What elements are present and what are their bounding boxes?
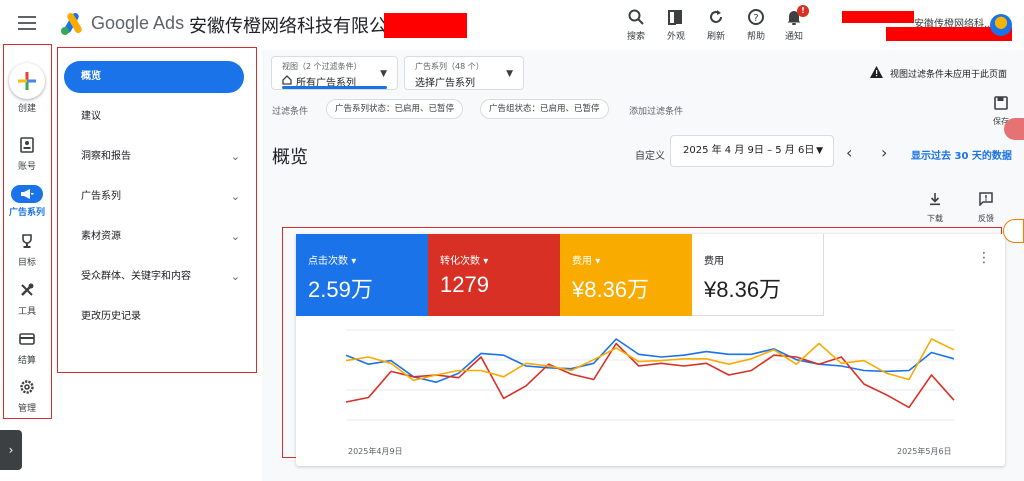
avatar[interactable] [990,14,1012,36]
caret-down-icon: ▼ [816,146,823,156]
appearance-button[interactable]: 外观 [656,8,696,42]
redaction-box [384,13,467,38]
left-rail: 创建 账号 广告系列 目标 工具 结算 管理 [3,44,52,419]
filter-chip-campaign-status[interactable]: 广告系列状态：已启用、已暂停 [326,99,464,119]
caret-down-icon: ▼ [506,69,513,79]
metric-tile-cost-secondary[interactable]: 费用 ¥8.36万 [692,234,824,316]
campaign-select-dropdown[interactable]: 广告系列（48 个） 选择广告系列 ▼ [404,56,524,90]
metric-tile-cost[interactable]: 费用 ▾ ¥8.36万 [560,234,692,316]
hamburger-menu-icon[interactable] [18,16,36,30]
rail-item-campaigns[interactable]: 广告系列 [4,185,50,218]
nav-item-audiences-keywords[interactable]: 受众群体、关键字和内容 ⌄ [64,261,244,293]
chevron-right-icon: › [8,443,14,457]
filter-label: 过滤条件 [272,107,309,117]
feedback-button[interactable]: 反馈 [971,191,1001,224]
rail-item-goals[interactable]: 目标 [4,233,50,268]
view-filter-dropdown[interactable]: 视图（2 个过滤条件） 所有广告系列 ▼ [271,56,398,90]
feedback-icon [979,192,993,207]
rail-item-tools[interactable]: 工具 [4,282,50,317]
svg-text:?: ? [753,13,758,24]
more-options-icon[interactable]: ⋮ [977,250,991,266]
metric-tile-conversions[interactable]: 转化次数 ▾ 1279 [428,234,560,316]
caret-down-icon: ▾ [483,256,489,267]
home-icon [282,75,292,85]
appearance-icon [668,10,682,25]
caret-down-icon: ▾ [351,256,357,267]
account-icon [20,137,34,153]
performance-card: 点击次数 ▾ 2.59万 转化次数 ▾ 1279 费用 ▾ ¥8.36万 费用 … [296,234,1005,466]
gear-icon [20,380,34,394]
metric-tile-clicks[interactable]: 点击次数 ▾ 2.59万 [296,234,428,316]
side-widget-1688[interactable] [1003,219,1024,243]
save-icon [994,96,1008,110]
nav-item-assets[interactable]: 素材资源 ⌄ [64,221,244,253]
rail-item-admin[interactable]: 管理 [4,379,50,414]
warning-icon [870,66,883,78]
plus-icon [18,72,36,90]
x-axis-end-label: 2025年5月6日 [897,447,952,456]
x-axis-start-label: 2025年4月9日 [348,447,403,456]
expand-panel-button[interactable]: › [0,430,22,470]
chevron-down-icon: ⌄ [230,190,240,203]
create-button[interactable] [9,63,45,99]
tools-icon [21,283,34,296]
refresh-icon [710,10,722,23]
top-bar: Google Ads 安徽传橙网络科技有限公司 搜索 外观 刷新 ? 帮助 ! … [0,0,1024,50]
caret-down-icon: ▾ [595,256,601,267]
rail-item-create[interactable]: 创建 [4,63,50,114]
page-title: 概览 [272,147,308,168]
brand-name: Google Ads [91,13,185,33]
company-name: 安徽传橙网络科技有限公司 [189,16,405,37]
chevron-down-icon: ⌄ [230,150,240,163]
rail-item-billing[interactable]: 结算 [4,331,50,366]
rail-item-account[interactable]: 账号 [4,137,50,172]
filter-chip-adgroup-status[interactable]: 广告组状态：已启用、已暂停 [480,99,609,119]
nav-item-campaigns[interactable]: 广告系列 ⌄ [64,181,244,213]
performance-line-chart [345,329,955,421]
side-widget-translate[interactable] [1004,118,1024,140]
search-icon [628,9,644,25]
google-ads-logo-icon [61,13,82,35]
date-range-dropdown[interactable]: 2025 年 4 月 9日 – 5 月 6日 ▼ [670,135,834,167]
custom-range-label: 自定义 [635,151,665,162]
chevron-down-icon: ⌄ [230,230,240,243]
chevron-down-icon: ⌄ [230,270,240,283]
notifications-button[interactable]: ! 通知 [774,5,814,42]
redaction-box [842,11,914,23]
nav-panel: 概览 建议 洞察和报告 ⌄ 广告系列 ⌄ 素材资源 ⌄ 受众群体、关键字和内容 ⌄ 更改… [57,47,257,373]
main-content: 视图（2 个过滤条件） 所有广告系列 ▼ 广告系列（48 个） 选择广告系列 ▼… [262,50,1024,481]
download-icon [930,193,940,206]
nav-item-insights-reports[interactable]: 洞察和报告 ⌄ [64,141,244,173]
nav-item-recommendations[interactable]: 建议 [64,101,244,133]
filter-warning-text: 视图过滤条件未应用于此页面 [890,70,1008,80]
next-period-button[interactable]: › [881,143,887,162]
billing-card-icon [19,333,35,345]
help-icon: ? [748,9,764,25]
caret-down-icon: ▼ [380,69,387,79]
prev-period-button[interactable]: ‹ [846,143,852,162]
download-button[interactable]: 下载 [920,191,950,224]
refresh-button[interactable]: 刷新 [696,8,736,42]
help-button[interactable]: ? 帮助 [736,8,776,42]
megaphone-icon [21,189,34,199]
notification-badge: ! [797,5,809,17]
nav-item-overview[interactable]: 概览 [64,61,244,93]
add-filter-button[interactable]: 添加过滤条件 [629,104,683,117]
search-button[interactable]: 搜索 [616,8,656,42]
trophy-icon [22,234,32,248]
nav-item-change-history[interactable]: 更改历史记录 [64,301,244,333]
show-last-30-days-link[interactable]: 显示过去 30 天的数据 [911,147,1012,162]
